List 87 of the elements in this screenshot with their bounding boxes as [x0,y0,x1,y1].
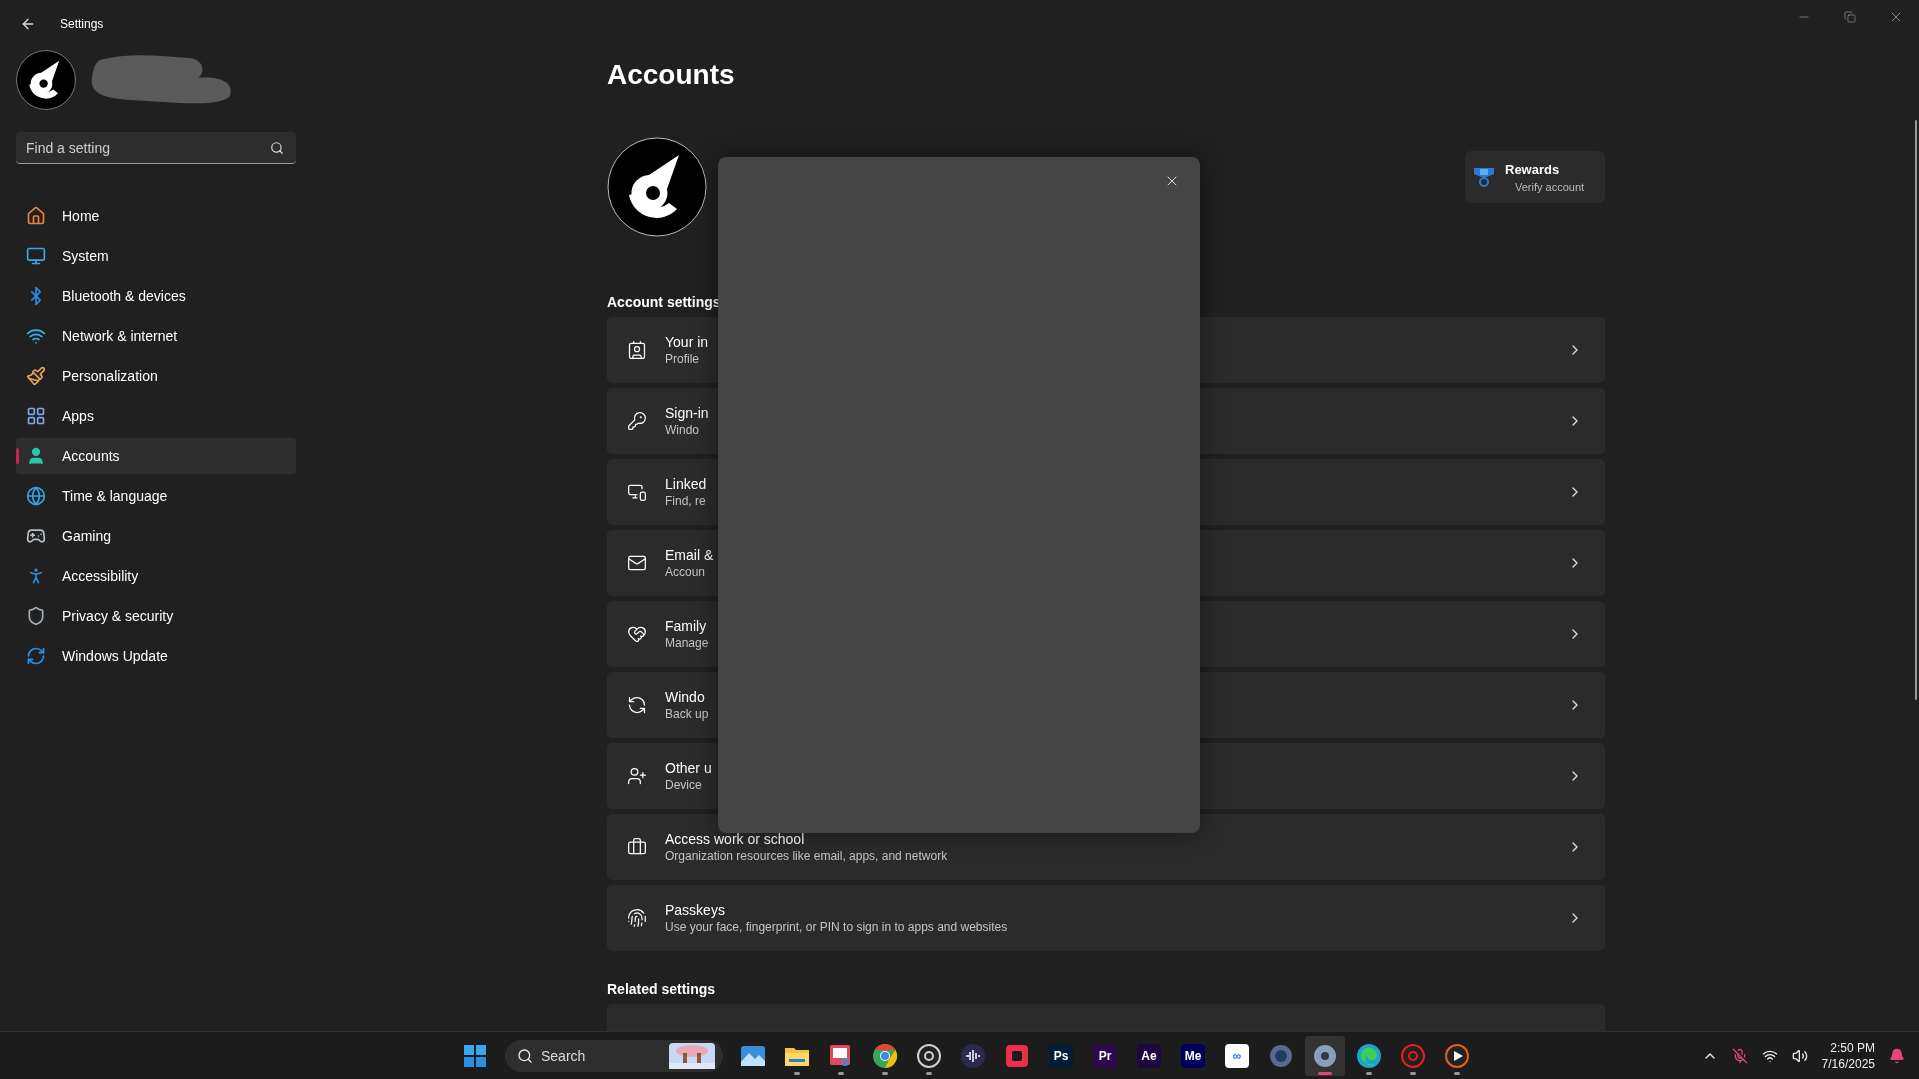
app-tile-icon[interactable]: ∞ [1225,1043,1249,1068]
setting-search-field[interactable]: Find a setting [16,132,296,164]
fingerprint-icon [627,908,647,928]
row-title: Windo [665,689,706,705]
page-title: Accounts [607,58,736,92]
nav-item[interactable]: System [16,238,296,274]
disc-icon[interactable] [1269,1043,1293,1068]
row-title: Passkeys [665,902,726,918]
photos-icon[interactable] [741,1045,765,1066]
play-icon[interactable] [1445,1043,1469,1068]
nav-item[interactable]: Privacy & security [16,598,296,634]
key-icon [627,411,647,431]
medal-icon [1473,166,1495,188]
scrollbar[interactable] [1915,120,1917,700]
app-tile-icon[interactable]: Pr [1093,1043,1117,1068]
nav-item[interactable]: Apps [16,398,296,434]
taskbar-app-button[interactable] [1305,1035,1345,1076]
window-title: Settings [60,17,104,31]
row-subtitle: Use your face, fingerprint, or PIN to sign in to apps and websites [665,920,1009,934]
row-subtitle: Windo [665,423,700,437]
taskbar-app-button[interactable]: Me [1173,1035,1213,1076]
nav-item[interactable]: Accounts [16,438,296,474]
microphone-muted-icon[interactable] [1731,1047,1748,1064]
waveform-icon[interactable] [961,1043,985,1068]
shield-icon [26,606,46,626]
person-add-icon [627,766,647,786]
square-icon[interactable] [1006,1044,1028,1067]
row-title: Your in [665,334,710,350]
row-subtitle: Device [665,778,703,792]
nav-item[interactable]: Bluetooth & devices [16,278,296,314]
row-subtitle: Find, re [665,494,707,508]
taskbar-app-button[interactable]: Ps [1041,1035,1081,1076]
row-subtitle: Manage [665,636,710,650]
app-tile-icon[interactable]: Ps [1049,1043,1073,1068]
settings-row[interactable]: Passkeys Use your face, fingerprint, or PIN to sign in to apps and websites [607,885,1605,951]
home-icon [26,206,46,226]
clock[interactable]: 2:50 PM 7/16/2025 [1821,1039,1875,1072]
section-heading: Account settings [607,294,722,310]
rewards-title: Rewards [1505,161,1561,177]
row-title: Access work or school [665,831,806,847]
nav-item[interactable]: Personalization [16,358,296,394]
nav-item[interactable]: Home [16,198,296,234]
refresh-icon [26,646,46,666]
folder-icon[interactable] [785,1045,809,1066]
row-subtitle: Back up [665,707,710,721]
volume-icon[interactable] [1791,1047,1808,1064]
nav-item[interactable]: Windows Update [16,638,296,674]
monitor-icon [26,246,46,266]
brush-icon [26,366,46,386]
nav-item[interactable]: Network & internet [16,318,296,354]
sync-icon [627,695,647,715]
rewards-subtitle: Verify account [1514,180,1585,193]
taskbar-app-button[interactable]: Ae [1129,1035,1169,1076]
profile-avatar [16,50,76,110]
mail-icon [627,553,647,573]
row-subtitle: Accoun [665,565,707,579]
row-title: Other u [665,760,713,776]
app-tile-icon[interactable]: Ae [1137,1043,1161,1068]
row-title: Family [665,618,708,634]
nav-item[interactable]: Time & language [16,478,296,514]
gamepad-icon [26,526,46,546]
devices-icon [627,482,647,502]
briefcase-icon [627,837,647,857]
row-title: Linked [665,476,708,492]
row-title: Sign-in [665,405,710,421]
taskbar-app-button[interactable]: ∞ [1217,1035,1257,1076]
section-heading: Related settings [607,981,717,997]
nav-item[interactable]: Accessibility [16,558,296,594]
row-subtitle: Profile [665,352,700,366]
globe-icon [26,486,46,506]
rewards-card[interactable]: Rewards Verify account [1465,151,1605,203]
row-title: Email & [665,547,715,563]
app-tile-icon[interactable]: Me [1181,1043,1205,1068]
search-icon [270,141,284,155]
restore-icon [1844,11,1856,23]
browser-icon[interactable] [873,1043,897,1068]
person-icon [26,446,46,466]
wifi-icon [26,326,46,346]
apps-grid-icon [26,406,46,426]
windows-logo-icon [464,1044,486,1067]
notification-bell-icon[interactable] [1889,1047,1905,1064]
wave-logo-icon[interactable] [1357,1043,1381,1068]
person-list-icon [627,340,647,360]
taskbar-app-button[interactable]: Pr [1085,1035,1125,1076]
row-subtitle: Organization resources like email, apps, and network [665,849,949,863]
search-icon [517,1047,533,1064]
nav-item[interactable]: Gaming [16,518,296,554]
